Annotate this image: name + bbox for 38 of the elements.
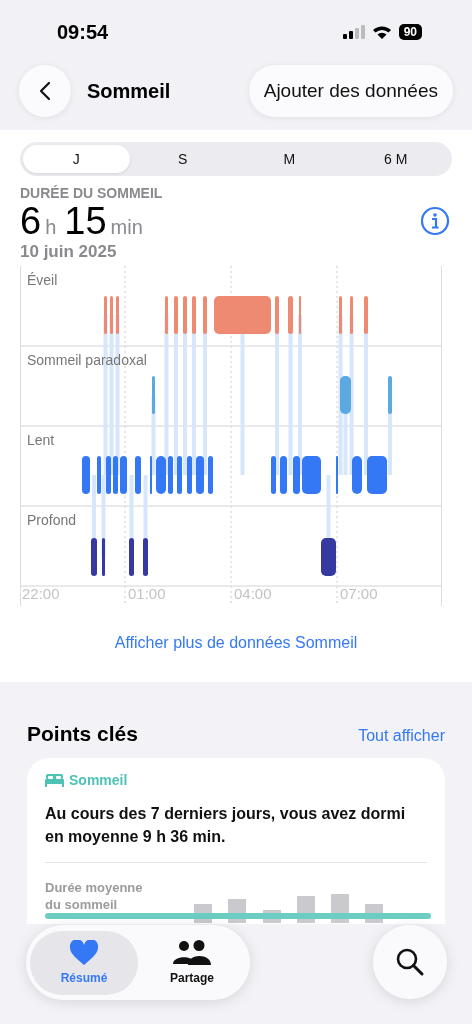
- period-tab[interactable]: 6 M: [342, 145, 449, 173]
- chevron-left-icon: [38, 81, 52, 101]
- time-tick: 22:00: [22, 585, 61, 602]
- add-data-button[interactable]: Ajouter des données: [248, 65, 453, 117]
- time-tick: 07:00: [340, 585, 379, 602]
- info-icon[interactable]: [420, 206, 450, 236]
- minutes-unit: min: [110, 215, 143, 239]
- stage-label: Lent: [27, 432, 55, 448]
- metric-label: Durée moyenne du sommeil: [45, 879, 144, 913]
- signal-icon: [342, 25, 365, 39]
- date-label: 10 juin 2025: [20, 242, 118, 262]
- hours-unit: h: [45, 215, 57, 239]
- period-tab[interactable]: S: [129, 145, 236, 173]
- time-tick: 01:00: [128, 585, 167, 602]
- highlight-card[interactable]: Sommeil Au cours des 7 derniers jours, vous avez dormi en moyenne 9 h 36 min. Durée moyenne du sommeil: [27, 758, 445, 924]
- tab-item[interactable]: Partage: [138, 930, 246, 995]
- stage-label: Profond: [27, 512, 77, 528]
- status-time: 09:54: [57, 20, 109, 44]
- battery-indicator: 90: [398, 24, 422, 40]
- more-data-link[interactable]: Afficher plus de données Sommeil: [114, 634, 358, 651]
- section-title: Points clés: [27, 722, 138, 746]
- section-heading: DURÉE DU SOMMEIL: [20, 185, 164, 201]
- wifi-icon: [371, 25, 392, 39]
- bed-icon: [45, 773, 64, 787]
- stage-label: Sommeil paradoxal: [27, 352, 147, 368]
- period-tab[interactable]: J: [23, 145, 130, 173]
- hours-value: 6: [20, 199, 42, 243]
- page-title: Sommeil: [87, 79, 172, 103]
- highlight-text: Au cours des 7 derniers jours, vous avez dormi en moyenne 9 h 36 min.: [45, 804, 407, 847]
- search-icon: [395, 947, 425, 977]
- see-all-link[interactable]: Tout afficher: [358, 727, 445, 745]
- heart-icon: [69, 940, 99, 966]
- minutes-value: 15: [64, 199, 107, 243]
- period-tab[interactable]: M: [236, 145, 343, 173]
- category-label: Sommeil: [69, 772, 128, 788]
- people-icon: [173, 940, 211, 966]
- time-tick: 04:00: [234, 585, 273, 602]
- stage-label: Éveil: [27, 272, 58, 288]
